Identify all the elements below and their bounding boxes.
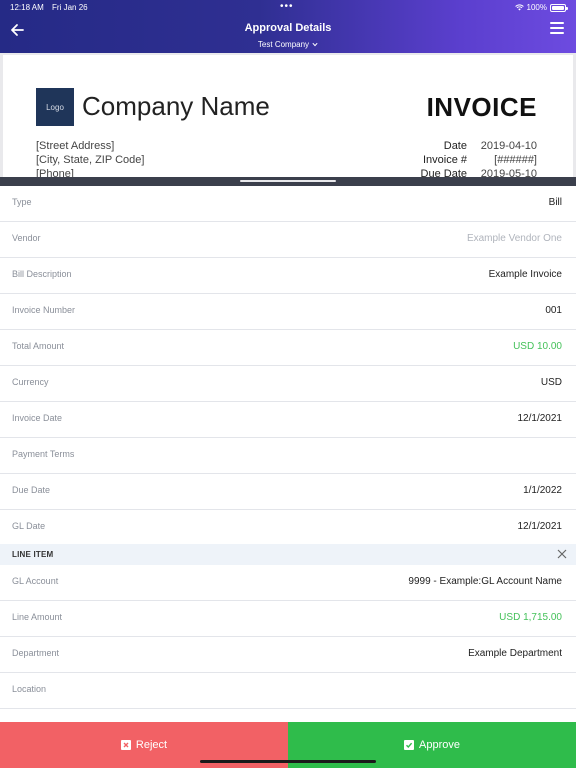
field-label: Due Date <box>12 485 51 495</box>
field-label: Bill Description <box>12 269 72 279</box>
company-selector[interactable]: Test Company <box>258 40 318 49</box>
field-label: Line Amount <box>12 612 63 622</box>
field-row-line-amount[interactable]: Line Amount USD 1,715.00 <box>0 601 576 637</box>
field-row-total-amount[interactable]: Total Amount USD 10.00 <box>0 330 576 366</box>
field-row-due-date[interactable]: Due Date 1/1/2022 <box>0 474 576 510</box>
field-row-payment-terms[interactable]: Payment Terms <box>0 438 576 474</box>
field-row-location[interactable]: Location <box>0 673 576 709</box>
chevron-down-icon <box>312 42 318 47</box>
field-value: 1/1/2022 <box>523 485 562 496</box>
meta-value: [######] <box>494 154 537 166</box>
line-item-title: LINE ITEM <box>12 550 54 559</box>
field-value: Example Invoice <box>488 269 562 280</box>
field-label: Location <box>12 684 47 694</box>
field-label: Invoice Number <box>12 305 76 315</box>
field-row-department[interactable]: Department Example Department <box>0 637 576 673</box>
invoice-preview[interactable]: Logo Company Name INVOICE [Street Addres… <box>0 53 576 177</box>
wifi-icon <box>514 4 524 11</box>
close-icon[interactable] <box>556 548 568 560</box>
field-value: 12/1/2021 <box>517 521 563 532</box>
meta-label: Due Date <box>420 168 467 177</box>
document-invoice-title: INVOICE <box>426 92 537 122</box>
field-label: Department <box>12 648 60 658</box>
meta-label: Date <box>443 140 467 152</box>
field-label: Total Amount <box>12 341 65 351</box>
field-label: Type <box>12 197 32 207</box>
battery-percent: 100% <box>526 3 547 12</box>
address-line: [Phone] <box>36 168 74 177</box>
logo-placeholder: Logo <box>36 88 74 126</box>
title-block: Approval Details Test Company <box>0 22 576 52</box>
field-label: Currency <box>12 377 49 387</box>
status-time: 12:18 AM <box>10 3 44 12</box>
field-value: USD 10.00 <box>513 341 562 352</box>
company-selector-label: Test Company <box>257 40 310 49</box>
field-row-currency[interactable]: Currency USD <box>0 366 576 402</box>
field-row-invoice-number[interactable]: Invoice Number 001 <box>0 294 576 330</box>
address-line: [City, State, ZIP Code] <box>36 154 145 166</box>
approve-label: Approve <box>419 739 460 751</box>
app-header: 12:18 AM Fri Jan 26 ••• 100% Approval De… <box>0 0 576 53</box>
field-label: GL Account <box>12 576 59 586</box>
battery-icon <box>550 3 568 12</box>
status-bar: 12:18 AM Fri Jan 26 ••• 100% <box>0 0 576 14</box>
field-value: USD 1,715.00 <box>499 612 562 623</box>
field-value: Example Department <box>468 648 562 659</box>
approve-check-icon <box>404 740 414 750</box>
address-line: [Street Address] <box>36 140 115 152</box>
meta-label: Invoice # <box>422 154 467 166</box>
field-label: Invoice Date <box>12 413 63 423</box>
meta-value: 2019-04-10 <box>480 140 537 152</box>
field-row-bill-description[interactable]: Bill Description Example Invoice <box>0 258 576 294</box>
resize-divider[interactable] <box>0 177 576 186</box>
status-date: Fri Jan 26 <box>52 3 88 12</box>
field-label: Payment Terms <box>12 449 75 459</box>
field-value: 001 <box>545 305 562 316</box>
battery-level <box>552 5 564 10</box>
field-label: GL Date <box>12 521 46 531</box>
field-row-gl-date[interactable]: GL Date 12/1/2021 <box>0 510 576 544</box>
drag-handle[interactable] <box>240 180 336 182</box>
status-right: 100% <box>514 3 568 12</box>
field-label: Vendor <box>12 233 41 243</box>
field-row-gl-account[interactable]: GL Account 9999 - Example:GL Account Nam… <box>0 565 576 601</box>
field-value: Bill <box>548 197 562 208</box>
field-value: USD <box>540 377 562 388</box>
meta-value: 2019-05-10 <box>480 168 537 177</box>
reject-x-icon <box>120 740 131 750</box>
reject-label: Reject <box>135 739 168 751</box>
field-row-vendor[interactable]: Vendor Example Vendor One <box>0 222 576 258</box>
multitasking-dots-icon[interactable]: ••• <box>280 1 294 12</box>
status-left: 12:18 AM Fri Jan 26 <box>10 3 94 12</box>
hamburger-menu-icon[interactable] <box>550 22 564 36</box>
field-value: 12/1/2021 <box>517 413 563 424</box>
invoice-document: Logo Company Name INVOICE [Street Addres… <box>3 55 573 177</box>
field-row-invoice-date[interactable]: Invoice Date 12/1/2021 <box>0 402 576 438</box>
field-value: 9999 - Example:GL Account Name <box>408 576 562 587</box>
page-title: Approval Details <box>244 22 332 34</box>
field-value: Example Vendor One <box>466 233 562 244</box>
document-company-name: Company Name <box>82 91 270 121</box>
field-row-type[interactable]: Type Bill <box>0 186 576 222</box>
home-indicator <box>200 760 376 763</box>
line-item-header: LINE ITEM <box>0 544 576 565</box>
